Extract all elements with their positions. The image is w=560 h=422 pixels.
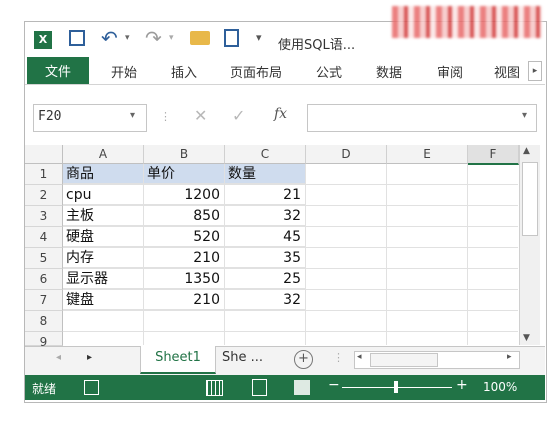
status-ready: 就绪 [32,382,57,396]
cell-a4[interactable]: 硬盘 [63,227,144,247]
vertical-scroll-thumb[interactable] [522,162,538,236]
select-all-corner[interactable] [25,145,63,164]
row-header[interactable]: 4 [25,227,63,248]
expand-formula-bar-icon[interactable]: ▾ [522,110,527,121]
undo-dropdown-icon[interactable]: ▾ [125,33,130,43]
cell-c5[interactable]: 35 [225,248,306,268]
cell-c2[interactable]: 21 [225,185,306,205]
zoom-in-icon[interactable]: + [456,377,468,393]
row-header[interactable]: 2 [25,185,63,206]
cell-a3[interactable]: 主板 [63,206,144,226]
row-header[interactable]: 6 [25,269,63,290]
cell-a2[interactable]: cpu [63,185,144,205]
column-header-c[interactable]: C [225,145,306,164]
tab-page-layout[interactable]: 页面布局 [230,62,282,81]
tab-file[interactable]: 文件 [27,57,89,84]
scroll-left-icon[interactable]: ◂ [357,352,362,362]
cell-b2[interactable]: 1200 [144,185,225,205]
tab-data[interactable]: 数据 [376,62,402,81]
name-box-value: F20 [38,109,62,124]
new-sheet-button[interactable]: + [294,350,313,369]
cell-c3[interactable]: 32 [225,206,306,226]
cell-a1[interactable]: 商品 [63,164,144,184]
cancel-formula-icon[interactable]: ✕ [194,106,207,125]
print-preview-icon[interactable] [224,29,239,47]
cell-a7[interactable]: 键盘 [63,290,144,310]
tab-formulas[interactable]: 公式 [316,62,342,81]
scroll-sheets-left-icon[interactable]: ◂ [56,352,61,363]
scroll-right-icon[interactable]: ▸ [507,352,512,362]
tab-home[interactable]: 开始 [111,62,137,81]
ribbon-scroll-right-icon[interactable]: ▸ [528,61,542,81]
macro-record-icon[interactable] [84,380,99,395]
horizontal-scroll-thumb[interactable] [370,353,438,367]
tab-insert[interactable]: 插入 [171,62,197,81]
zoom-slider-thumb[interactable] [394,381,398,393]
window-title: 使用SQL语... [278,38,356,53]
scroll-up-icon[interactable]: ▲ [523,146,530,156]
cell-b3[interactable]: 850 [144,206,225,226]
customize-qat-icon[interactable]: ▾ [256,31,262,44]
row-header[interactable]: 3 [25,206,63,227]
cell-c7[interactable]: 32 [225,290,306,310]
redacted-watermark [392,6,542,38]
undo-icon[interactable]: ↶ [101,26,118,50]
enter-formula-icon[interactable]: ✓ [232,106,245,125]
insert-function-button[interactable]: fx [274,106,287,122]
open-folder-icon[interactable] [190,31,210,45]
row-header[interactable]: 5 [25,248,63,269]
row-header[interactable]: 8 [25,311,63,332]
zoom-out-icon[interactable]: − [328,377,340,393]
cell-c6[interactable]: 25 [225,269,306,289]
cell-b5[interactable]: 210 [144,248,225,268]
normal-view-icon[interactable] [206,380,223,396]
scroll-sheets-right-icon[interactable]: ▸ [87,352,92,363]
sheet-tab-other[interactable]: She ... [222,350,263,365]
cell-b7[interactable]: 210 [144,290,225,310]
cell-b1[interactable]: 单价 [144,164,225,184]
ribbon-tab-bar [25,56,545,85]
cell-c4[interactable]: 45 [225,227,306,247]
page-break-view-icon[interactable] [294,380,310,395]
redo-icon[interactable]: ↷ [145,26,162,50]
cell-c1[interactable]: 数量 [225,164,306,184]
row-header[interactable]: 7 [25,290,63,311]
cell-a6[interactable]: 显示器 [63,269,144,289]
sheet-tab-sheet1[interactable]: Sheet1 [140,346,216,374]
formula-input[interactable] [307,104,537,132]
formula-bar-grip-icon: ⋮ [160,110,171,123]
scroll-down-icon[interactable]: ▼ [523,333,530,343]
zoom-level[interactable]: 100% [483,380,517,394]
cell-b4[interactable]: 520 [144,227,225,247]
tab-view[interactable]: 视图 [494,62,520,81]
save-icon[interactable] [69,30,85,46]
cell-b6[interactable]: 1350 [144,269,225,289]
column-header-b[interactable]: B [144,145,225,164]
cell-a5[interactable]: 内存 [63,248,144,268]
excel-logo-icon: X [34,31,52,49]
column-header-e[interactable]: E [387,145,468,164]
tab-splitter-icon[interactable]: ⋮ [333,351,344,364]
name-box-dropdown-icon[interactable]: ▾ [130,110,135,121]
column-header-d[interactable]: D [306,145,387,164]
page-layout-view-icon[interactable] [252,379,267,396]
tab-review[interactable]: 审阅 [437,62,463,81]
column-header-f[interactable]: F [468,145,519,165]
row-header[interactable]: 9 [25,332,63,349]
redo-dropdown-icon[interactable]: ▾ [169,33,174,43]
row-header[interactable]: 1 [25,164,63,185]
column-header-a[interactable]: A [63,145,144,164]
